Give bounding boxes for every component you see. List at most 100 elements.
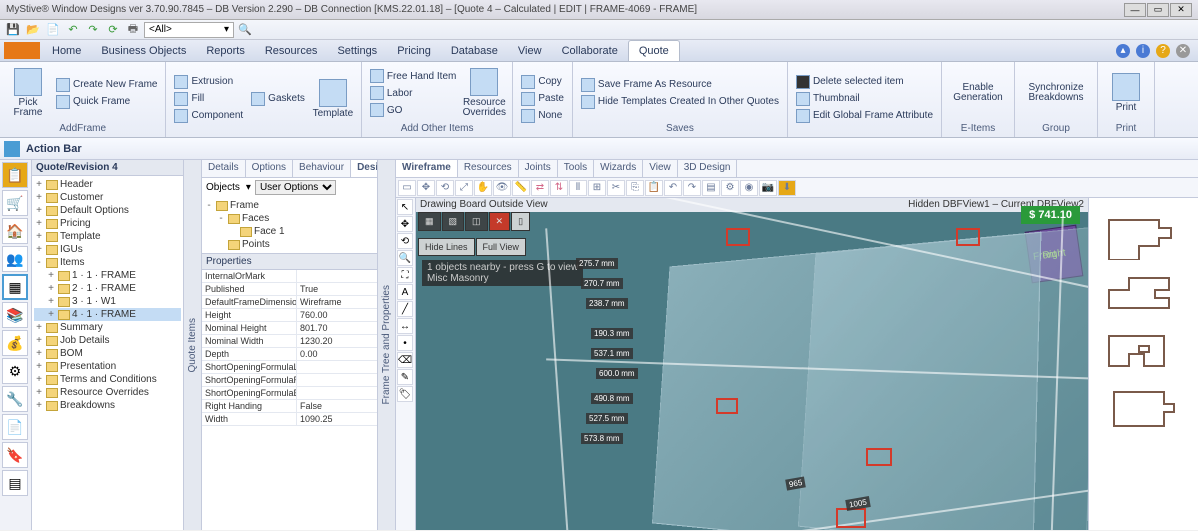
property-row[interactable]: DefaultFrameDimensionWireframe xyxy=(202,296,377,309)
tab-quote[interactable]: Quote xyxy=(628,40,680,61)
ctool-zoom-icon[interactable]: 🔍 xyxy=(397,250,413,266)
tool-measure-icon[interactable]: 📏 xyxy=(512,180,530,196)
property-row[interactable]: ShortOpeningFormulaRt xyxy=(202,374,377,387)
tool-undo-icon[interactable]: ↶ xyxy=(664,180,682,196)
tool-mirror-v-icon[interactable]: ⇅ xyxy=(550,180,568,196)
tool-settings-icon[interactable]: ⚙ xyxy=(721,180,739,196)
create-new-frame-button[interactable]: Create New Frame xyxy=(54,77,159,93)
design-tab[interactable]: Options xyxy=(246,160,293,177)
tool-cut-icon[interactable]: ✂ xyxy=(607,180,625,196)
tab-business-objects[interactable]: Business Objects xyxy=(91,40,196,61)
paste-button[interactable]: Paste xyxy=(519,91,566,107)
save-frame-as-resource-button[interactable]: Save Frame As Resource xyxy=(579,77,781,93)
object-tree-node[interactable]: Face 1 xyxy=(204,225,375,238)
viewport-tab[interactable]: Wireframe xyxy=(396,160,458,177)
sidebar-money-icon[interactable]: 💰 xyxy=(2,330,28,356)
ctool-tag-icon[interactable]: 🏷 xyxy=(397,386,413,402)
labor-button[interactable]: Labor xyxy=(368,85,458,101)
nav-item[interactable]: +4 · 1 · FRAME xyxy=(34,308,181,321)
ctool-fit-icon[interactable]: ⛶ xyxy=(397,267,413,283)
property-row[interactable]: Height760.00 xyxy=(202,309,377,322)
tool-align-icon[interactable]: ⫴ xyxy=(569,180,587,196)
nav-item[interactable]: +BOM xyxy=(34,347,181,360)
copy-button[interactable]: Copy xyxy=(519,74,566,90)
tab-database[interactable]: Database xyxy=(441,40,508,61)
sidebar-stamp-icon[interactable]: 🔖 xyxy=(2,442,28,468)
maximize-button[interactable]: ▭ xyxy=(1147,3,1169,17)
viewport-tab[interactable]: Tools xyxy=(558,160,594,177)
quick-frame-button[interactable]: Quick Frame xyxy=(54,94,159,110)
ctool-orbit-icon[interactable]: ⟲ xyxy=(397,233,413,249)
nav-item[interactable]: +Terms and Conditions xyxy=(34,373,181,386)
help-close-icon[interactable]: ✕ xyxy=(1176,44,1190,58)
property-row[interactable]: InternalOrMark xyxy=(202,270,377,283)
sidebar-settings-icon[interactable]: ⚙ xyxy=(2,358,28,384)
minimize-button[interactable]: — xyxy=(1124,3,1146,17)
action-bar-icon[interactable] xyxy=(4,141,20,157)
vertical-tab-frame-tree[interactable]: Frame Tree and Properties xyxy=(378,160,396,530)
ctool-line-icon[interactable]: ╱ xyxy=(397,301,413,317)
sync-breakdowns-button[interactable]: Synchronize Breakdowns xyxy=(1021,64,1091,122)
qat-find-icon[interactable]: 🔍 xyxy=(236,22,254,38)
sidebar-people-icon[interactable]: 👥 xyxy=(2,246,28,272)
delete-selected-button[interactable]: Delete selected item xyxy=(794,74,935,90)
qat-filter-dropdown[interactable]: <All>▾ xyxy=(144,22,234,38)
tool-camera-icon[interactable]: 📷 xyxy=(759,180,777,196)
application-button[interactable] xyxy=(4,42,40,59)
ctool-eraser-icon[interactable]: ⌫ xyxy=(397,352,413,368)
nav-item[interactable]: +Presentation xyxy=(34,360,181,373)
sidebar-wrench-icon[interactable]: 🔧 xyxy=(2,386,28,412)
nav-item[interactable]: -Items xyxy=(34,256,181,269)
qat-save-icon[interactable]: 💾 xyxy=(4,22,22,38)
qat-redo-icon[interactable]: ↷ xyxy=(84,22,102,38)
qat-print-icon[interactable]: 🖶 xyxy=(124,22,142,38)
template-button[interactable]: Template xyxy=(311,64,355,133)
tool-layers-icon[interactable]: ▤ xyxy=(702,180,720,196)
tab-collaborate[interactable]: Collaborate xyxy=(552,40,628,61)
property-row[interactable]: Depth0.00 xyxy=(202,348,377,361)
sidebar-doc-icon[interactable]: 📄 xyxy=(2,414,28,440)
qat-new-icon[interactable]: 📄 xyxy=(44,22,62,38)
tool-move-icon[interactable]: ✥ xyxy=(417,180,435,196)
tool-hand-icon[interactable]: ✋ xyxy=(474,180,492,196)
full-view-button[interactable]: Full View xyxy=(476,238,526,256)
nav-item[interactable]: +Template xyxy=(34,230,181,243)
hide-lines-button[interactable]: Hide Lines xyxy=(418,238,475,256)
nav-item[interactable]: +3 · 1 · W1 xyxy=(34,295,181,308)
property-row[interactable]: ShortOpeningFormulaBtm xyxy=(202,387,377,400)
help-question-icon[interactable]: ? xyxy=(1156,44,1170,58)
nav-item[interactable]: +Pricing xyxy=(34,217,181,230)
free-hand-item-button[interactable]: Free Hand Item xyxy=(368,68,458,84)
ctool-text-icon[interactable]: A xyxy=(397,284,413,300)
user-options-dropdown[interactable]: User Options xyxy=(255,180,336,195)
pick-frame-button[interactable]: Pick Frame xyxy=(6,64,50,122)
print-button[interactable]: Print xyxy=(1104,64,1148,122)
object-tree-node[interactable]: -Faces xyxy=(204,212,375,225)
ctool-cursor-icon[interactable]: ↖ xyxy=(397,199,413,215)
nav-item[interactable]: +1 · 1 · FRAME xyxy=(34,269,181,282)
edit-global-frame-attr-button[interactable]: Edit Global Frame Attribute xyxy=(794,108,935,124)
help-info-icon[interactable]: i xyxy=(1136,44,1150,58)
vp-mode3-icon[interactable]: ◫ xyxy=(465,212,488,231)
tool-paste-icon[interactable]: 📋 xyxy=(645,180,663,196)
property-row[interactable]: PublishedTrue xyxy=(202,283,377,296)
property-row[interactable]: Width1090.25 xyxy=(202,413,377,426)
tab-reports[interactable]: Reports xyxy=(196,40,255,61)
sidebar-window-icon[interactable]: ▦ xyxy=(2,274,28,300)
component-button[interactable]: Component xyxy=(172,108,245,124)
ctool-note-icon[interactable]: ✎ xyxy=(397,369,413,385)
object-tree-node[interactable]: Points xyxy=(204,238,375,251)
viewport-tab[interactable]: Wizards xyxy=(594,160,643,177)
nav-item[interactable]: +Default Options xyxy=(34,204,181,217)
nav-item[interactable]: +Header xyxy=(34,178,181,191)
extrusion-button[interactable]: Extrusion xyxy=(172,74,245,90)
tab-resources[interactable]: Resources xyxy=(255,40,328,61)
qat-undo-icon[interactable]: ↶ xyxy=(64,22,82,38)
nav-item[interactable]: +Breakdowns xyxy=(34,399,181,412)
property-row[interactable]: Nominal Width1230.20 xyxy=(202,335,377,348)
sidebar-grid-icon[interactable]: ▤ xyxy=(2,470,28,496)
qat-open-icon[interactable]: 📂 xyxy=(24,22,42,38)
tool-redo-icon[interactable]: ↷ xyxy=(683,180,701,196)
tool-scale-icon[interactable]: ⤢ xyxy=(455,180,473,196)
property-row[interactable]: Nominal Height801.70 xyxy=(202,322,377,335)
